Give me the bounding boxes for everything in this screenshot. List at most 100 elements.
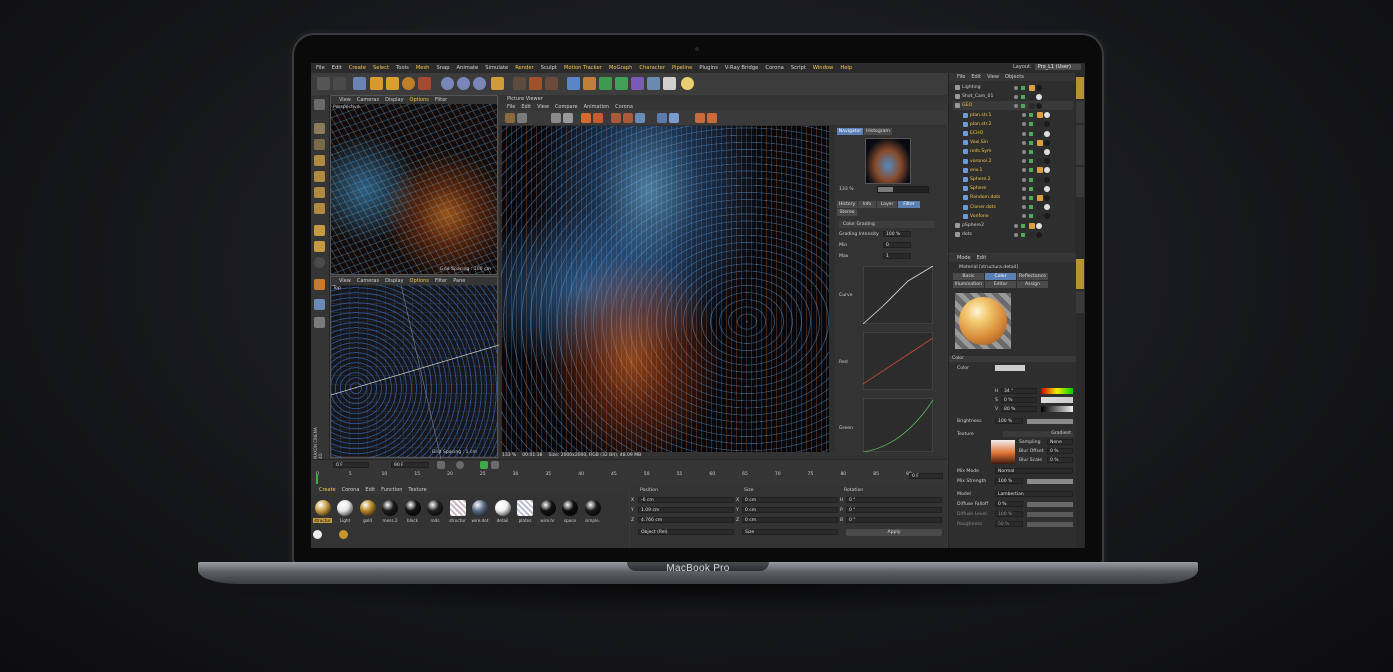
mix-strength-field[interactable]: 100 %	[995, 478, 1023, 484]
pv-menu-corona[interactable]: Corona	[615, 104, 633, 110]
zoom-icon[interactable]	[551, 113, 561, 123]
enabled-check-icon[interactable]	[1029, 149, 1033, 154]
diffuse-level-field[interactable]: 100 %	[995, 511, 1023, 517]
redo-icon[interactable]	[333, 77, 346, 90]
tab-layer[interactable]: Layer	[877, 201, 897, 208]
workplane-icon[interactable]	[314, 279, 325, 290]
enabled-check-icon[interactable]	[1029, 131, 1033, 136]
position-field[interactable]: 4.766 cm	[638, 517, 734, 523]
next-frame-icon[interactable]	[491, 461, 499, 469]
menu-item-edit[interactable]: Edit	[332, 65, 342, 71]
grading-intensity-field[interactable]: 100 %	[883, 231, 911, 237]
enabled-check-icon[interactable]	[1021, 103, 1025, 108]
pv-menu-view[interactable]: View	[537, 104, 549, 110]
menu-item-window[interactable]: Window	[813, 65, 833, 71]
brightness-field[interactable]: 100 %	[995, 418, 1023, 424]
pen-icon[interactable]	[583, 77, 596, 90]
playhead[interactable]	[316, 474, 318, 484]
object-row[interactable]: Lighting	[953, 83, 1073, 92]
enabled-check-icon[interactable]	[1029, 113, 1033, 118]
pv-menu-file[interactable]: File	[507, 104, 515, 110]
material-item[interactable]: black	[403, 498, 422, 528]
select-tool-icon[interactable]	[353, 77, 366, 90]
tweak-mode-icon[interactable]	[314, 241, 325, 252]
material-preview[interactable]	[955, 293, 1011, 349]
visibility-dots-icon[interactable]	[1022, 186, 1026, 191]
object-row[interactable]: dots	[953, 230, 1073, 239]
tag-icon[interactable]	[1044, 121, 1050, 128]
material-swatch[interactable]	[339, 530, 348, 539]
visibility-dots-icon[interactable]	[1014, 94, 1018, 99]
viewport-menu-options[interactable]: Options	[410, 97, 429, 103]
side-tab-attributes[interactable]	[1076, 259, 1084, 289]
texture-mode-icon[interactable]	[314, 139, 325, 150]
visibility-dots-icon[interactable]	[1014, 223, 1018, 228]
record-icon[interactable]	[456, 461, 464, 469]
tag-icon[interactable]	[1044, 213, 1050, 220]
tab-history[interactable]: History	[837, 201, 857, 208]
texture-shader-field[interactable]: Gradient	[1003, 431, 1073, 437]
material-swatch[interactable]	[313, 530, 322, 539]
visibility-dots-icon[interactable]	[1022, 205, 1026, 210]
side-tab-layers[interactable]	[1076, 291, 1084, 313]
attr-tab-illumination[interactable]: Illumination	[953, 281, 984, 288]
cloner-icon[interactable]	[615, 77, 628, 90]
tag-icon[interactable]	[1029, 222, 1035, 229]
lock-workplane-icon[interactable]	[314, 317, 325, 328]
menu-item-tools[interactable]: Tools	[396, 65, 409, 71]
visibility-dots-icon[interactable]	[1022, 177, 1026, 182]
visibility-dots-icon[interactable]	[1014, 232, 1018, 237]
tag-icon[interactable]	[1029, 102, 1035, 109]
tag-icon[interactable]	[1036, 102, 1042, 109]
channel-icon[interactable]	[611, 113, 621, 123]
tag-icon[interactable]	[1029, 84, 1035, 91]
attr-tab-editor[interactable]: Editor	[985, 281, 1016, 288]
material-item[interactable]: Light	[336, 498, 355, 528]
diffuse-falloff-field[interactable]: 0 %	[995, 501, 1023, 507]
menu-item-mograph[interactable]: MoGraph	[609, 65, 633, 71]
blur-scale-field[interactable]: 0 %	[1047, 457, 1073, 463]
viewport-top[interactable]: View Cameras Display Options Filter Pane Top …	[330, 276, 499, 459]
size-field[interactable]: 0 cm	[742, 497, 838, 503]
hsv-field[interactable]: 80 %	[1001, 406, 1037, 412]
material-menu-create[interactable]: Create	[319, 487, 336, 493]
visibility-dots-icon[interactable]	[1022, 140, 1026, 145]
deformer-icon[interactable]	[631, 77, 644, 90]
enabled-check-icon[interactable]	[1029, 140, 1033, 145]
menu-item-create[interactable]: Create	[349, 65, 366, 71]
object-row[interactable]: Shot_Cam_01	[953, 92, 1073, 101]
material-menu-edit[interactable]: Edit	[365, 487, 375, 493]
texture-preview[interactable]	[991, 440, 1015, 464]
object-row[interactable]: ECHO	[953, 129, 1073, 138]
blur-offset-field[interactable]: 0 %	[1047, 448, 1073, 454]
red-curve-graph[interactable]	[863, 332, 933, 390]
tag-icon[interactable]	[1044, 204, 1050, 211]
size-field[interactable]: 0 cm	[742, 517, 838, 523]
coordinate-system-icon[interactable]	[491, 77, 504, 90]
object-row[interactable]: voronoi.2	[953, 157, 1073, 166]
visibility-dots-icon[interactable]	[1022, 149, 1026, 154]
tag-icon[interactable]	[1037, 158, 1043, 165]
points-mode-icon[interactable]	[314, 155, 325, 166]
attr-tab-assign[interactable]: Assign	[1017, 281, 1048, 288]
roughness-slider[interactable]	[1027, 522, 1073, 527]
value-gradient[interactable]	[1041, 406, 1073, 412]
save-icon[interactable]	[517, 113, 527, 123]
tab-navigator[interactable]: Navigator	[837, 128, 863, 135]
om-menu-view[interactable]: View	[987, 74, 999, 80]
tag-icon[interactable]	[1036, 231, 1042, 238]
hsv-field[interactable]: 34 °	[1001, 388, 1037, 394]
enabled-check-icon[interactable]	[1029, 177, 1033, 182]
menu-item-file[interactable]: File	[316, 65, 325, 71]
object-row[interactable]: Vonfone	[953, 212, 1073, 221]
material-item[interactable]: rods	[426, 498, 445, 528]
layout-switcher[interactable]: Layout: Pro_L1 (User)	[1013, 64, 1081, 70]
enabled-check-icon[interactable]	[1029, 168, 1033, 173]
tag-icon[interactable]	[1037, 167, 1043, 174]
viewport-menu-pane[interactable]: Pane	[453, 278, 465, 284]
menu-item-select[interactable]: Select	[373, 65, 389, 71]
uv-mode-icon[interactable]	[314, 203, 325, 214]
curve-graph[interactable]	[863, 266, 933, 324]
visibility-dots-icon[interactable]	[1014, 103, 1018, 108]
enabled-check-icon[interactable]	[1021, 232, 1025, 237]
